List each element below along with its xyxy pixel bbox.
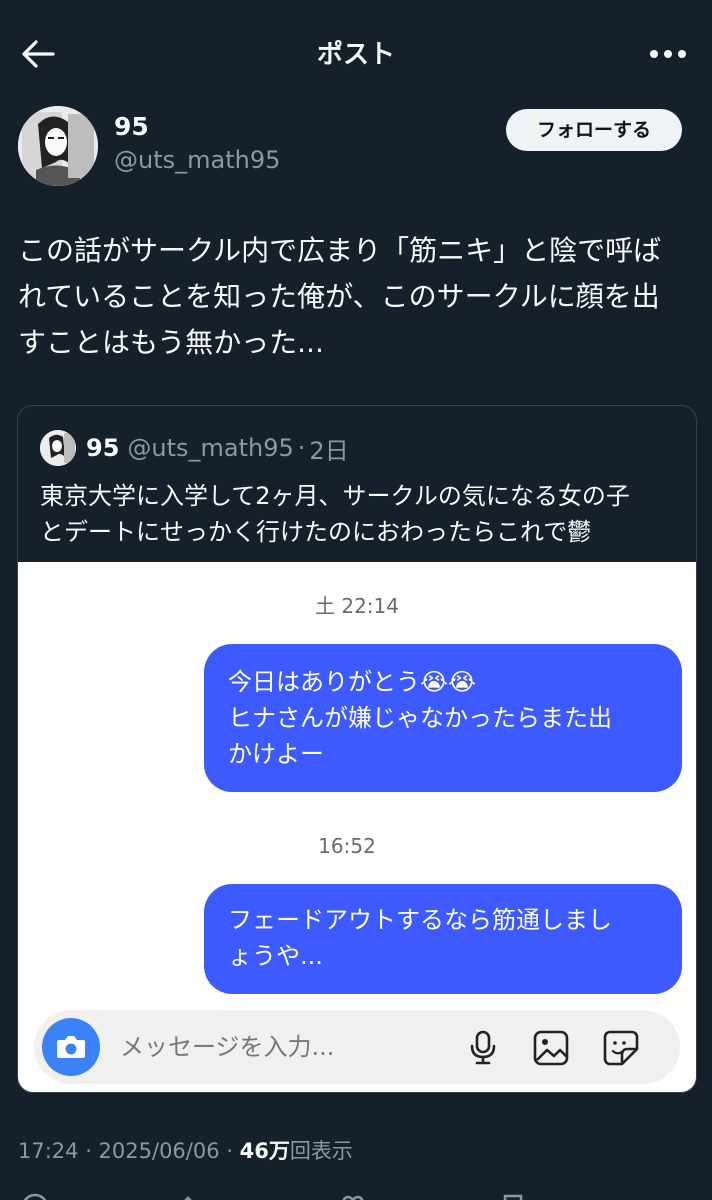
quoted-display-name: 95	[86, 434, 120, 462]
post-text: この話がサークル内で広まり「筋ニキ」と陰で呼ば れていることを知った俺が、このサ…	[18, 228, 694, 366]
quoted-post-card[interactable]: 95 @uts_math95 · 2日 東京大学に入学して2ヶ月、サークルの気に…	[17, 405, 697, 1093]
quoted-post-text: 東京大学に入学して2ヶ月、サークルの気になる女の子 とデートにせっかく行けたのに…	[40, 478, 680, 550]
sticker-icon[interactable]	[602, 1029, 640, 1067]
chat-bubble-sent: 今日はありがとう😭😭 ヒナさんが嫌じゃなかったらまた出 かけよー	[204, 644, 682, 792]
like-icon[interactable]	[338, 1192, 368, 1200]
microphone-icon[interactable]	[464, 1029, 502, 1067]
chat-bubble-line: ヒナさんが嫌じゃなかったらまた出	[228, 704, 612, 732]
chat-bubble-line: フェードアウトするなら筋通しまし	[228, 906, 612, 934]
quoted-avatar-image	[40, 430, 76, 466]
message-input[interactable]	[120, 1028, 420, 1066]
chat-bubble-line: かけよー	[228, 740, 324, 768]
quoted-avatar	[40, 430, 76, 466]
top-bar: ポスト	[0, 0, 712, 105]
chat-bubble-line: ょうや...	[228, 942, 323, 970]
post-timestamp: 17:24 · 2025/06/06 ·	[18, 1139, 240, 1163]
more-options-icon[interactable]	[646, 40, 690, 68]
avatar-image	[18, 106, 98, 186]
author-handle[interactable]: @uts_math95	[114, 146, 280, 174]
post-text-line: この話がサークル内で広まり「筋ニキ」と陰で呼ば	[18, 234, 662, 267]
page-title: ポスト	[316, 40, 395, 70]
chat-timestamp: 土 22:14	[315, 594, 399, 618]
view-count: 46万	[239, 1139, 290, 1163]
view-label: 回表示	[289, 1139, 353, 1163]
chat-timestamp: 16:52	[318, 834, 376, 858]
quoted-post-header: 95 @uts_math95 · 2日	[40, 430, 349, 466]
quoted-time: 2日	[309, 436, 349, 465]
message-input-bar	[34, 1010, 680, 1084]
bookmark-icon[interactable]	[498, 1192, 528, 1200]
camera-button[interactable]	[42, 1018, 100, 1076]
quoted-separator: ·	[297, 434, 306, 462]
quoted-text-line: 東京大学に入学して2ヶ月、サークルの気になる女の子	[40, 482, 630, 510]
chat-bubble-sent: フェードアウトするなら筋通しまし ょうや...	[204, 884, 682, 994]
repost-icon[interactable]	[178, 1192, 208, 1200]
quoted-handle: @uts_math95	[127, 434, 294, 462]
avatar[interactable]	[18, 106, 98, 186]
chat-screenshot-image[interactable]: 土 22:14 今日はありがとう😭😭 ヒナさんが嫌じゃなかったらまた出 かけよー…	[18, 562, 696, 1092]
camera-icon	[57, 1036, 85, 1058]
chat-bubble-line: 今日はありがとう😭😭	[228, 668, 477, 696]
reply-icon[interactable]	[20, 1192, 50, 1200]
action-bar	[0, 1180, 712, 1200]
image-icon[interactable]	[532, 1029, 570, 1067]
follow-button[interactable]: フォローする	[506, 109, 682, 151]
quoted-text-line: とデートにせっかく行けたのにおわったらこれで鬱	[40, 518, 592, 546]
author-display-name[interactable]: 95	[114, 112, 149, 141]
post-text-line: れていることを知った俺が、このサークルに顔を出	[18, 280, 660, 313]
post-meta: 17:24 · 2025/06/06 · 46万回表示	[18, 1135, 353, 1165]
post-text-line: すことはもう無かった...	[18, 326, 324, 359]
